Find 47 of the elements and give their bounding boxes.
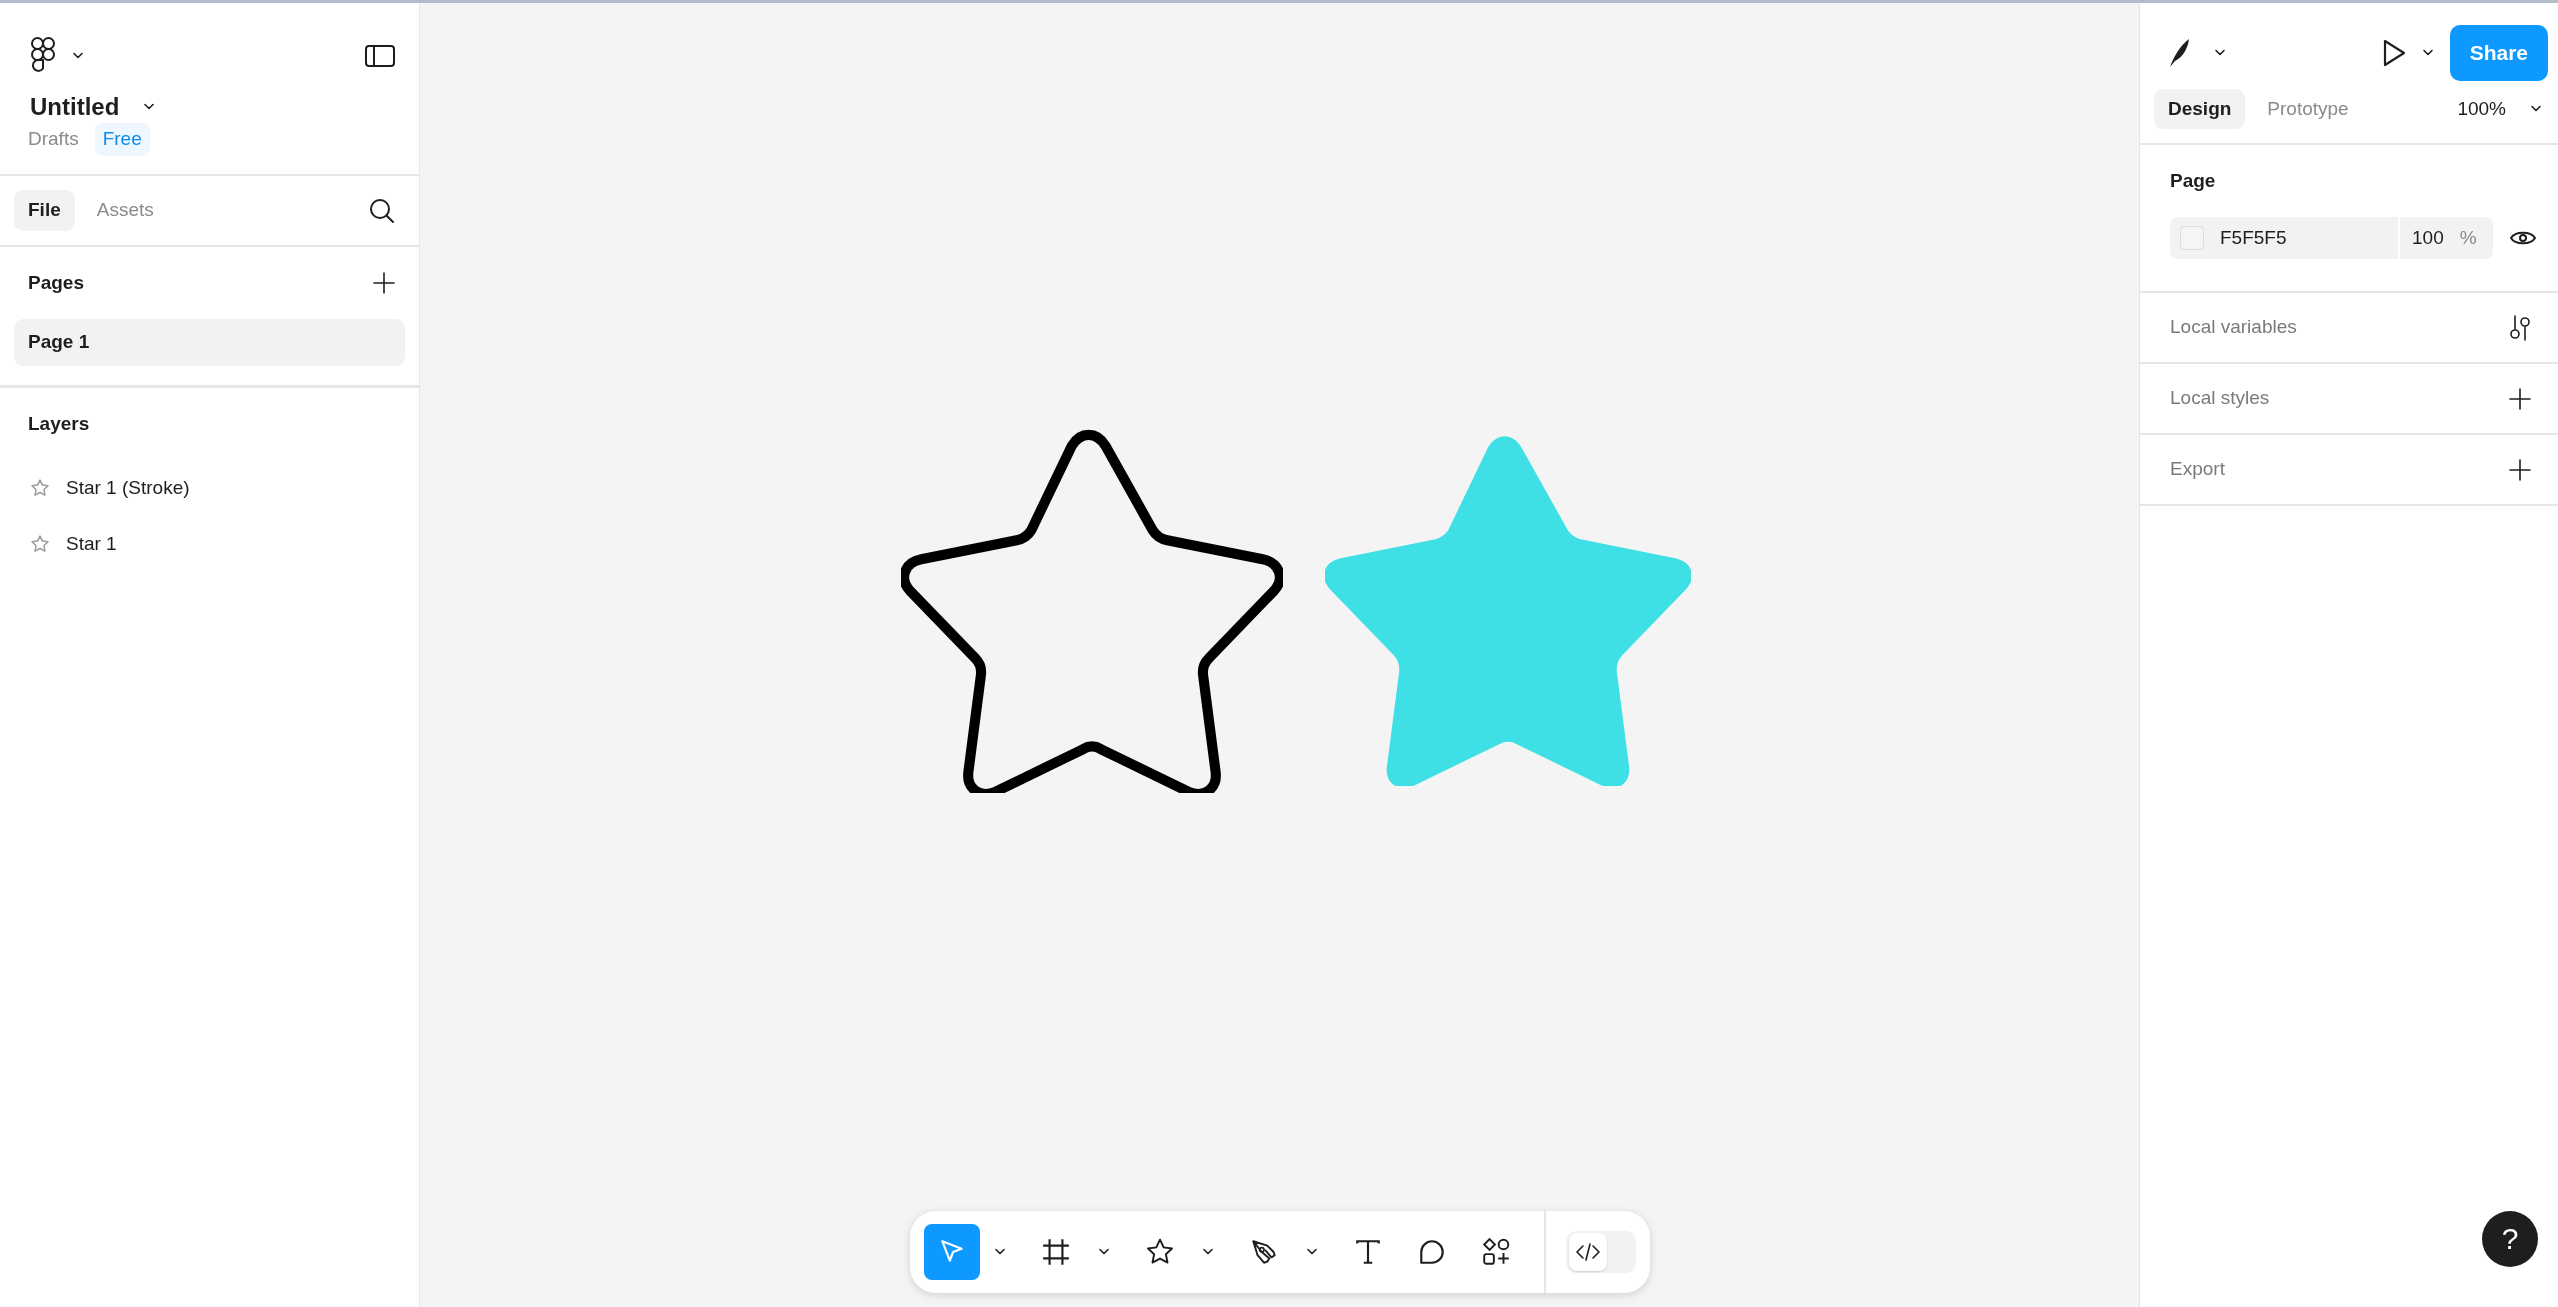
- panel-tab[interactable]: Design: [2154, 88, 2246, 130]
- location-text: Drafts: [28, 127, 79, 152]
- chevron-down-icon[interactable]: [2530, 105, 2542, 113]
- star-shape[interactable]: [1324, 436, 1691, 786]
- panel-tab[interactable]: Prototype: [2253, 88, 2363, 130]
- star-icon: [1144, 1237, 1175, 1267]
- layer-item[interactable]: Star 1 (Stroke): [66, 473, 190, 503]
- zoom-level[interactable]: 100%: [2457, 94, 2506, 124]
- chevron-down-icon[interactable]: [2421, 49, 2434, 57]
- chevron-down-icon[interactable]: [2214, 49, 2226, 57]
- opacity-value[interactable]: 100: [2412, 223, 2444, 253]
- star-icon: [30, 534, 50, 554]
- chevron-down-icon[interactable]: [72, 52, 84, 60]
- frame-icon: [1040, 1237, 1071, 1267]
- section-label[interactable]: Export: [2170, 455, 2225, 484]
- layer-item[interactable]: Star 1: [66, 529, 117, 559]
- play-icon[interactable]: [2381, 39, 2406, 67]
- chevron-down-icon[interactable]: [993, 1248, 1006, 1256]
- chevron-down-icon[interactable]: [1201, 1248, 1214, 1256]
- section-label[interactable]: Local variables: [2170, 313, 2297, 342]
- section-heading: Page: [2170, 168, 2216, 193]
- section-heading: Layers: [28, 411, 90, 436]
- color-swatch[interactable]: [2180, 226, 2204, 250]
- panel-tab[interactable]: File: [14, 190, 75, 231]
- section-label[interactable]: Local styles: [2170, 384, 2270, 413]
- search-icon[interactable]: [369, 197, 395, 224]
- shapes-icon: [1480, 1237, 1511, 1267]
- plus-icon[interactable]: [373, 272, 395, 294]
- page-item[interactable]: Page 1: [14, 319, 405, 366]
- fill-hex-value[interactable]: F5F5F5: [2220, 223, 2287, 253]
- sliders-icon[interactable]: [2509, 314, 2531, 341]
- chevron-down-icon[interactable]: [1097, 1248, 1110, 1256]
- dev-mode-toggle[interactable]: [1565, 1231, 1636, 1273]
- star-icon: [30, 478, 50, 498]
- file-title[interactable]: Untitled: [30, 89, 120, 125]
- chevron-down-icon[interactable]: [143, 103, 156, 111]
- help-button[interactable]: ?: [2482, 1211, 2538, 1267]
- feather-icon[interactable]: [2168, 38, 2190, 68]
- section-heading: Pages: [28, 270, 84, 295]
- chevron-down-icon[interactable]: [1305, 1248, 1318, 1256]
- plus-icon[interactable]: [2509, 387, 2531, 410]
- plus-icon[interactable]: [2509, 458, 2531, 481]
- sidebar-toggle-icon[interactable]: [365, 45, 395, 67]
- star-outline-shape[interactable]: [900, 429, 1283, 793]
- code-icon: [1575, 1243, 1600, 1261]
- unit-label: %: [2459, 225, 2477, 250]
- logo-icon[interactable]: [30, 37, 56, 75]
